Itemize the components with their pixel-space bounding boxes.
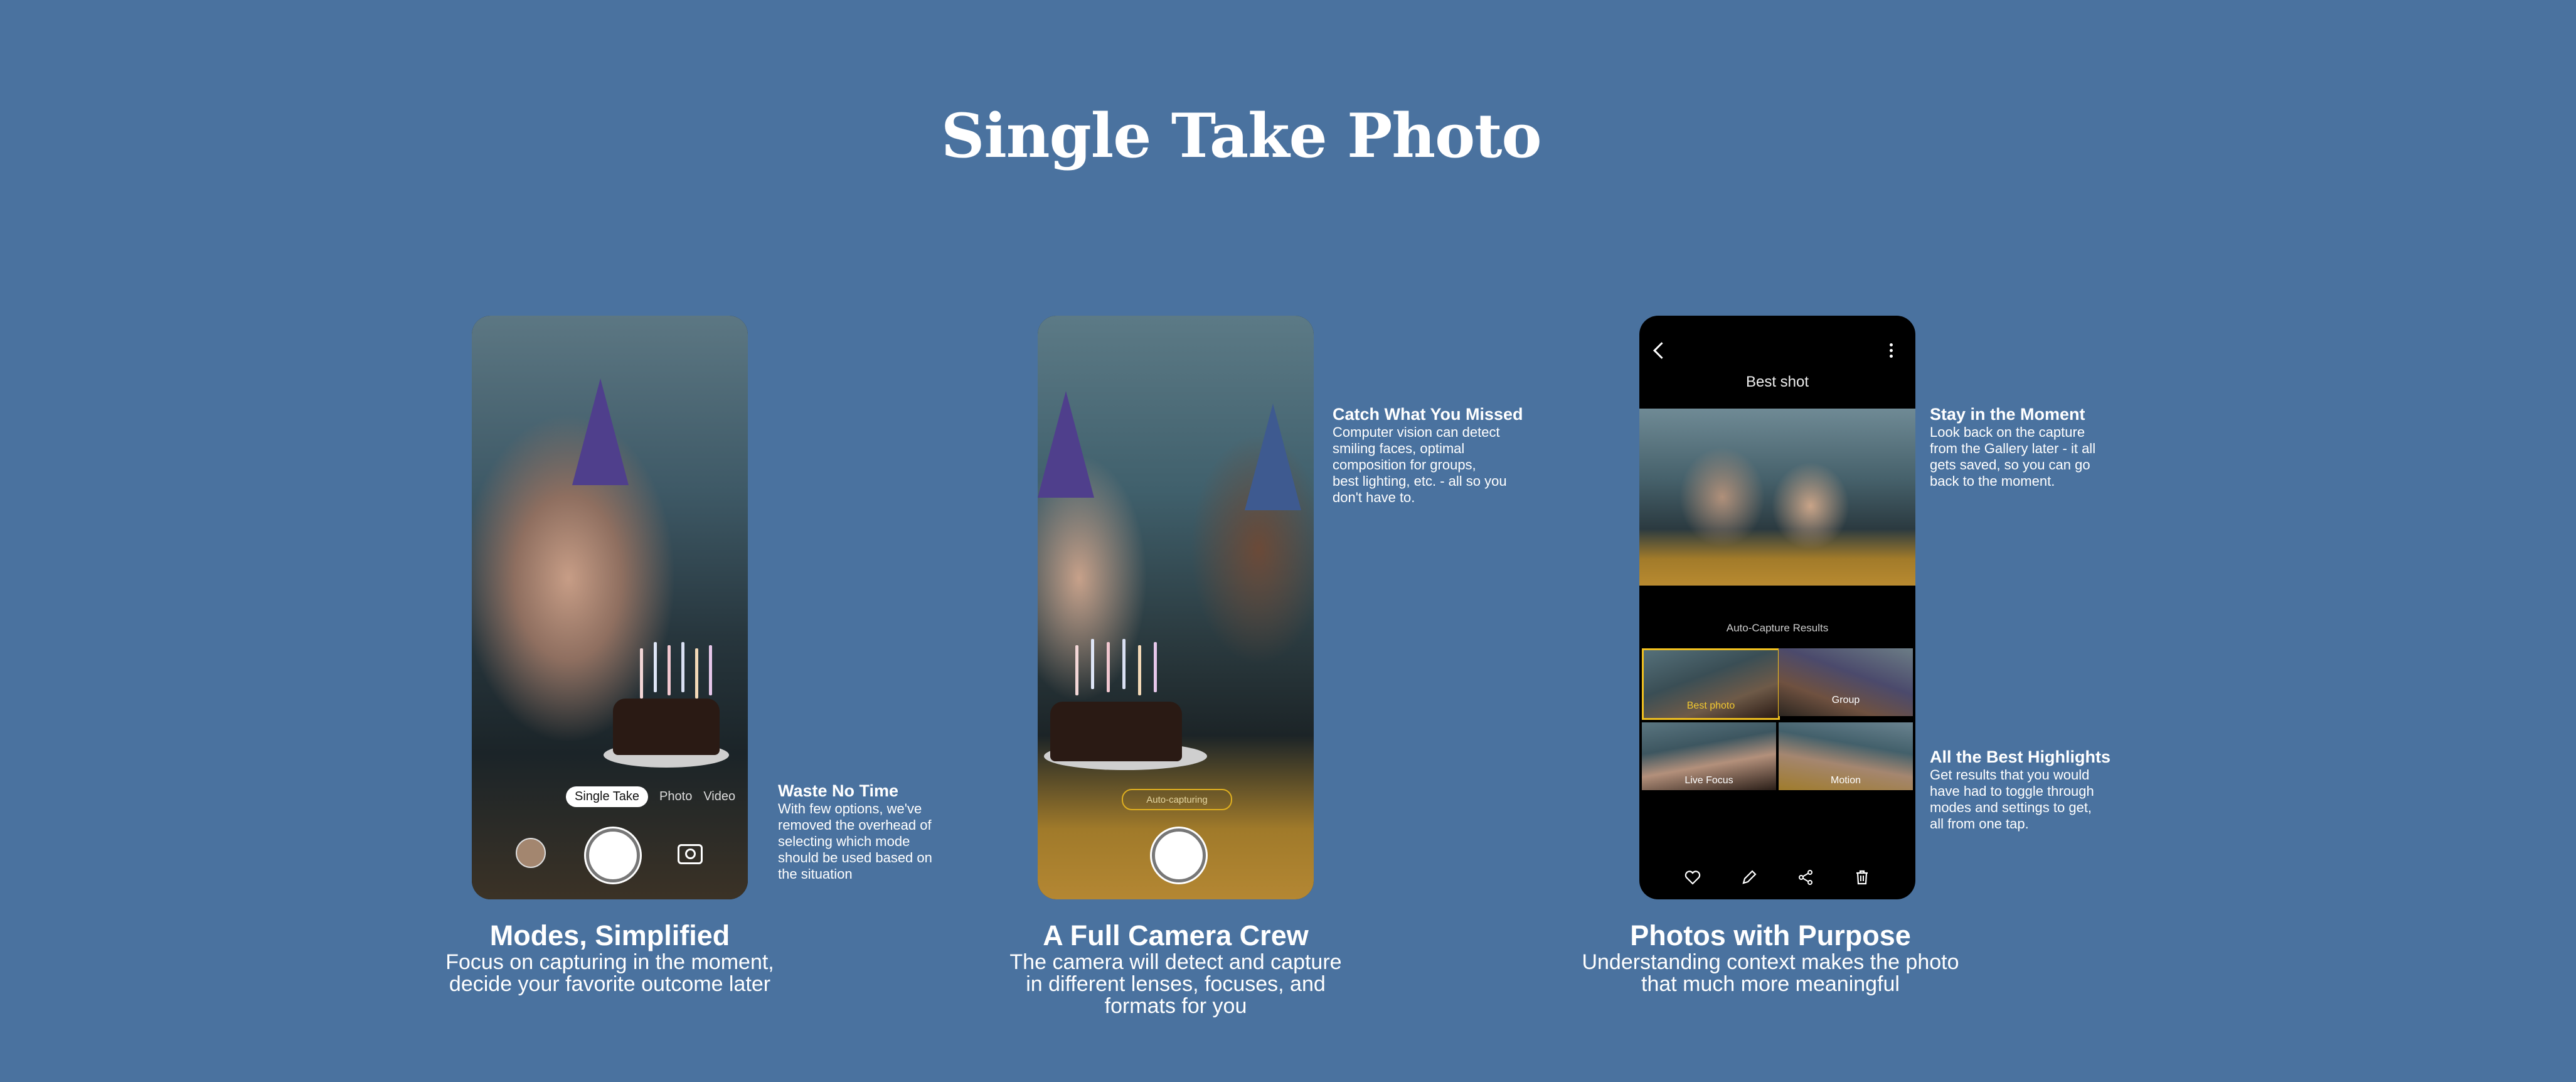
callout-line: Computer vision can detect	[1333, 424, 1500, 440]
callout-heading: Waste No Time	[778, 781, 899, 800]
mode-photo[interactable]: Photo	[659, 790, 692, 804]
trash-icon[interactable]	[1853, 869, 1871, 886]
candle	[681, 642, 684, 692]
callout-line: back to the moment.	[1930, 473, 2055, 489]
birthday-cake	[613, 699, 720, 755]
phone-camera-modes: Single Take Photo Video	[472, 316, 748, 899]
candle	[668, 645, 671, 695]
phone-gallery-best-shot: Best shot Auto-Capture Results Best phot…	[1639, 316, 1915, 899]
section-modes-simplified: Modes, Simplified Focus on capturing in …	[390, 920, 829, 995]
candle	[1138, 645, 1141, 695]
section-line: in different lenses, focuses, and	[1026, 972, 1326, 996]
callout-heading: All the Best Highlights	[1930, 747, 2111, 766]
callout-line: composition for groups,	[1333, 457, 1476, 473]
callout-line: Look back on the capture	[1930, 424, 2085, 440]
auto-capture-results-label: Auto-Capture Results	[1726, 622, 1829, 634]
party-hat	[1038, 391, 1094, 498]
candle	[709, 645, 712, 695]
back-arrow-icon[interactable]	[1653, 342, 1670, 359]
callout-line: have had to toggle through	[1930, 783, 2094, 799]
callout-line: best lighting, etc. - all so you	[1333, 473, 1507, 489]
party-hat	[572, 378, 629, 485]
party-hat	[1245, 404, 1301, 510]
heart-icon[interactable]	[1684, 869, 1701, 886]
result-thumbnail-motion[interactable]: Motion	[1779, 722, 1913, 790]
callout-stay-in-the-moment: Stay in the Moment Look back on the capt…	[1930, 404, 2168, 490]
thumbnail-label: Motion	[1830, 775, 1861, 786]
callout-line: should be used based on	[778, 850, 932, 865]
candle	[1154, 642, 1157, 692]
candle	[695, 648, 698, 699]
callout-line: don't have to.	[1333, 490, 1415, 505]
pencil-icon[interactable]	[1740, 869, 1758, 886]
callout-line: modes and settings to get,	[1930, 800, 2092, 815]
candle	[640, 648, 643, 699]
result-thumbnail-group[interactable]: Group	[1779, 648, 1913, 716]
callout-line: smiling faces, optimal	[1333, 441, 1465, 456]
thumbnail-label: Group	[1831, 695, 1860, 705]
camera-flip-icon[interactable]	[678, 844, 703, 864]
gallery-thumbnail[interactable]	[516, 838, 546, 868]
more-options-icon[interactable]	[1890, 343, 1893, 360]
callout-waste-no-time: Waste No Time With few options, we've re…	[778, 781, 1004, 882]
share-icon[interactable]	[1797, 869, 1814, 886]
section-heading: Modes, Simplified	[489, 919, 730, 951]
candle	[1107, 642, 1110, 692]
section-heading: A Full Camera Crew	[1043, 919, 1309, 951]
page-title: Single Take Photo	[941, 100, 1542, 171]
callout-line: the situation	[778, 866, 853, 882]
phone-auto-capturing: Auto-capturing	[1038, 316, 1314, 899]
result-thumbnail-live-focus[interactable]: Live Focus	[1642, 722, 1776, 790]
candle	[1122, 639, 1126, 689]
callout-line: With few options, we've	[778, 801, 922, 817]
shutter-button[interactable]	[586, 828, 640, 882]
callout-line: removed the overhead of	[778, 817, 932, 833]
section-line: The camera will detect and capture	[1009, 950, 1342, 974]
candle	[1075, 645, 1078, 695]
callout-catch-what-you-missed: Catch What You Missed Computer vision ca…	[1333, 404, 1571, 506]
section-line: that much more meaningful	[1641, 972, 1900, 996]
callout-line: from the Gallery later - it all	[1930, 441, 2096, 456]
section-photos-with-purpose: Photos with Purpose Understanding contex…	[1520, 920, 2021, 995]
thumbnail-label: Live Focus	[1685, 775, 1733, 786]
mode-single-take[interactable]: Single Take	[566, 786, 649, 807]
section-line: decide your favorite outcome later	[449, 972, 771, 996]
section-line: formats for you	[1104, 994, 1247, 1018]
auto-capturing-status: Auto-capturing	[1122, 789, 1232, 810]
callout-all-the-best-highlights: All the Best Highlights Get results that…	[1930, 747, 2168, 832]
birthday-cake	[1050, 702, 1182, 761]
callout-line: gets saved, so you can go	[1930, 457, 2090, 473]
callout-line: selecting which mode	[778, 833, 910, 849]
gallery-title: Best shot	[1745, 373, 1809, 390]
section-line: Understanding context makes the photo	[1582, 950, 1959, 974]
gallery-header: Best shot	[1639, 316, 1915, 409]
candle	[1091, 639, 1094, 689]
gallery-action-bar	[1639, 855, 1915, 899]
camera-mode-selector: Single Take Photo Video	[566, 786, 735, 807]
thumbnail-label: Best photo	[1686, 700, 1735, 711]
section-line: Focus on capturing in the moment,	[445, 950, 774, 974]
best-shot-image	[1639, 409, 1915, 586]
result-thumbnail-best-photo[interactable]: Best photo	[1642, 648, 1780, 720]
callout-heading: Catch What You Missed	[1333, 405, 1523, 424]
callout-heading: Stay in the Moment	[1930, 405, 2085, 424]
shutter-button[interactable]	[1152, 828, 1206, 882]
mode-video[interactable]: Video	[703, 790, 735, 804]
callout-line: Get results that you would	[1930, 767, 2090, 783]
section-heading: Photos with Purpose	[1630, 919, 1911, 951]
section-full-camera-crew: A Full Camera Crew The camera will detec…	[956, 920, 1395, 1017]
candle	[654, 642, 657, 692]
callout-line: all from one tap.	[1930, 816, 2029, 832]
